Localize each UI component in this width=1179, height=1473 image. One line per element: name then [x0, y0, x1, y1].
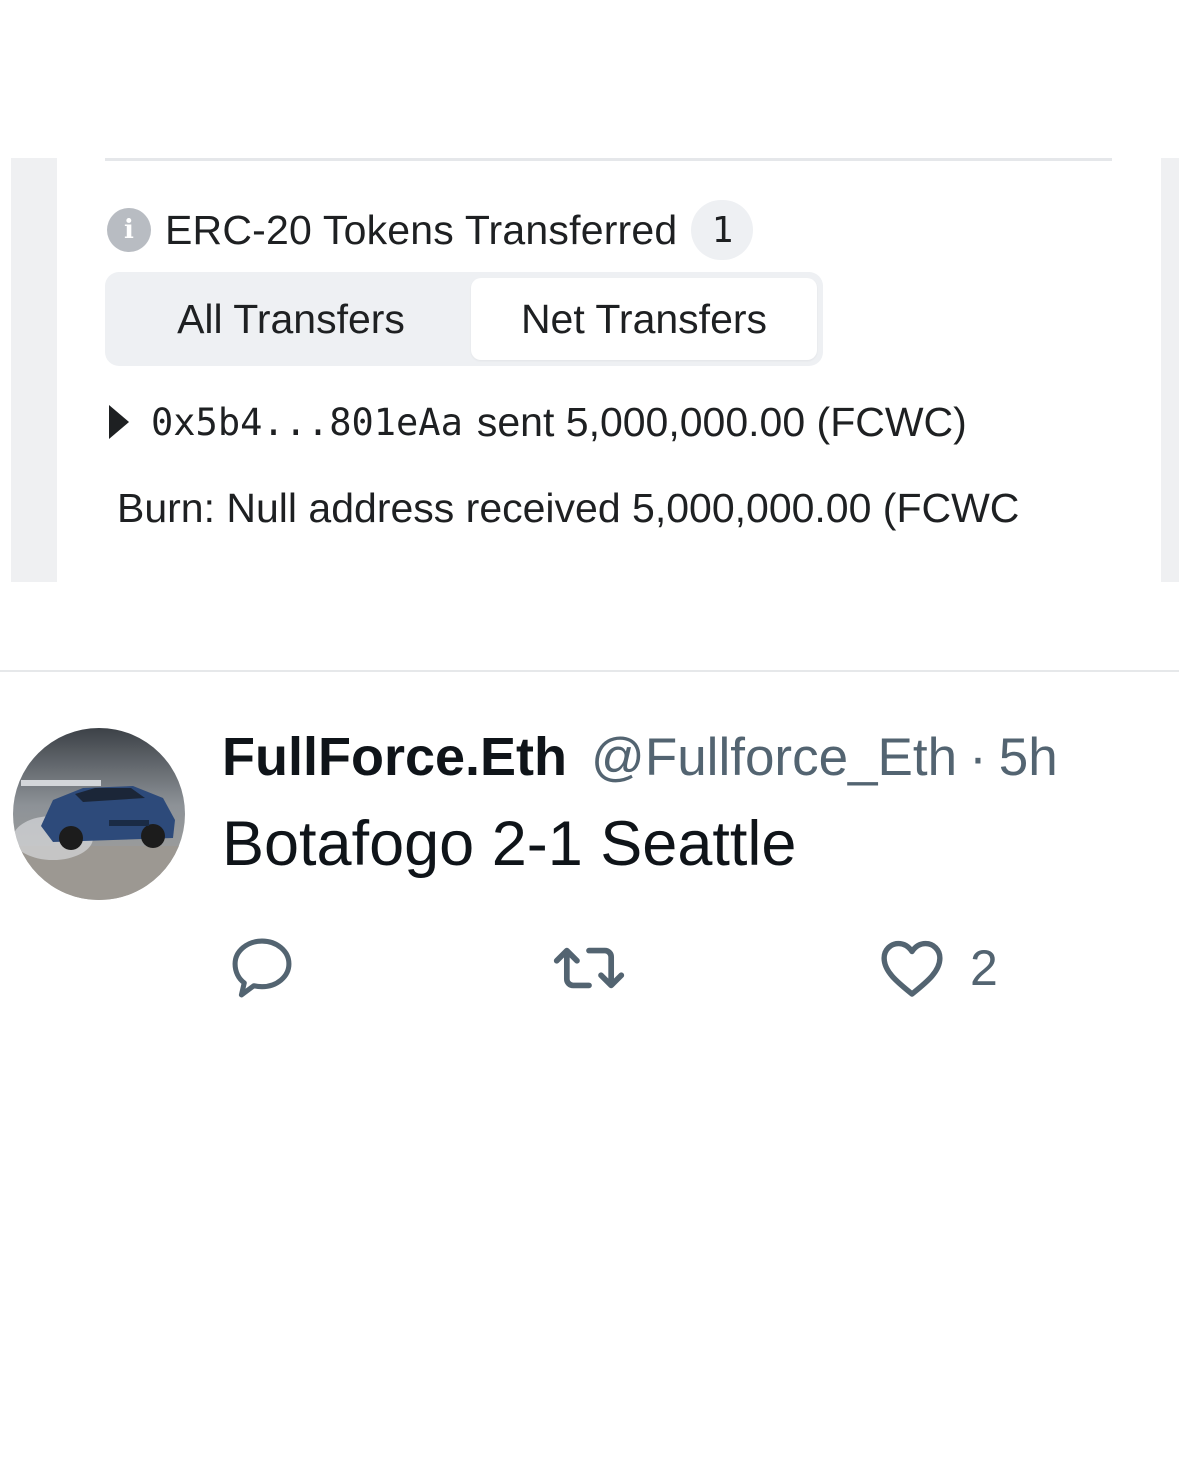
retweet-button[interactable] — [546, 930, 632, 1006]
tweet-header: FullForce.Eth @Fullforce_Eth · 5h — [222, 722, 1058, 792]
expand-caret-icon[interactable] — [109, 405, 129, 439]
transfer-description: sent 5,000,000.00 (FCWC) — [476, 398, 967, 445]
tab-net-transfers[interactable]: Net Transfers — [471, 278, 817, 360]
tab-all-transfers[interactable]: All Transfers — [111, 278, 471, 360]
like-button[interactable]: 2 — [874, 930, 998, 1006]
left-gutter — [11, 158, 57, 582]
info-icon[interactable]: i — [107, 208, 151, 252]
transfer-row[interactable]: 0x5b4...801eAa sent 5,000,000.00 (FCWC) — [109, 394, 967, 450]
heading-label: ERC-20 Tokens Transferred — [165, 206, 678, 253]
transfer-tabs: All Transfers Net Transfers — [105, 272, 823, 366]
heart-icon — [881, 940, 943, 997]
tweet-text: Botafogo 2-1 Seattle — [222, 809, 797, 879]
token-transfer-card: i ERC-20 Tokens Transferred 1 All Transf… — [0, 158, 1179, 582]
avatar[interactable] — [13, 728, 185, 900]
sender-address[interactable]: 0x5b4...801eAa — [151, 401, 463, 444]
token-transfer-panel: i ERC-20 Tokens Transferred 1 All Transf… — [57, 158, 1161, 582]
count-badge: 1 — [691, 200, 754, 260]
tweet-time[interactable]: 5h — [999, 727, 1058, 788]
like-count: 2 — [970, 940, 998, 996]
tweet-divider — [0, 670, 1179, 672]
user-handle[interactable]: @Fullforce_Eth — [591, 727, 957, 788]
reply-icon — [232, 938, 292, 998]
retweet-icon — [553, 947, 625, 989]
car-avatar-image — [13, 728, 185, 900]
separator-dot: · — [969, 727, 987, 787]
token-transfer-heading: i ERC-20 Tokens Transferred 1 — [107, 200, 754, 260]
section-divider — [105, 158, 1112, 161]
reply-button[interactable] — [224, 930, 300, 1006]
burn-row: Burn: Null address received 5,000,000.00… — [117, 485, 1020, 531]
display-name[interactable]: FullForce.Eth — [222, 726, 567, 788]
right-gutter — [1161, 158, 1179, 582]
